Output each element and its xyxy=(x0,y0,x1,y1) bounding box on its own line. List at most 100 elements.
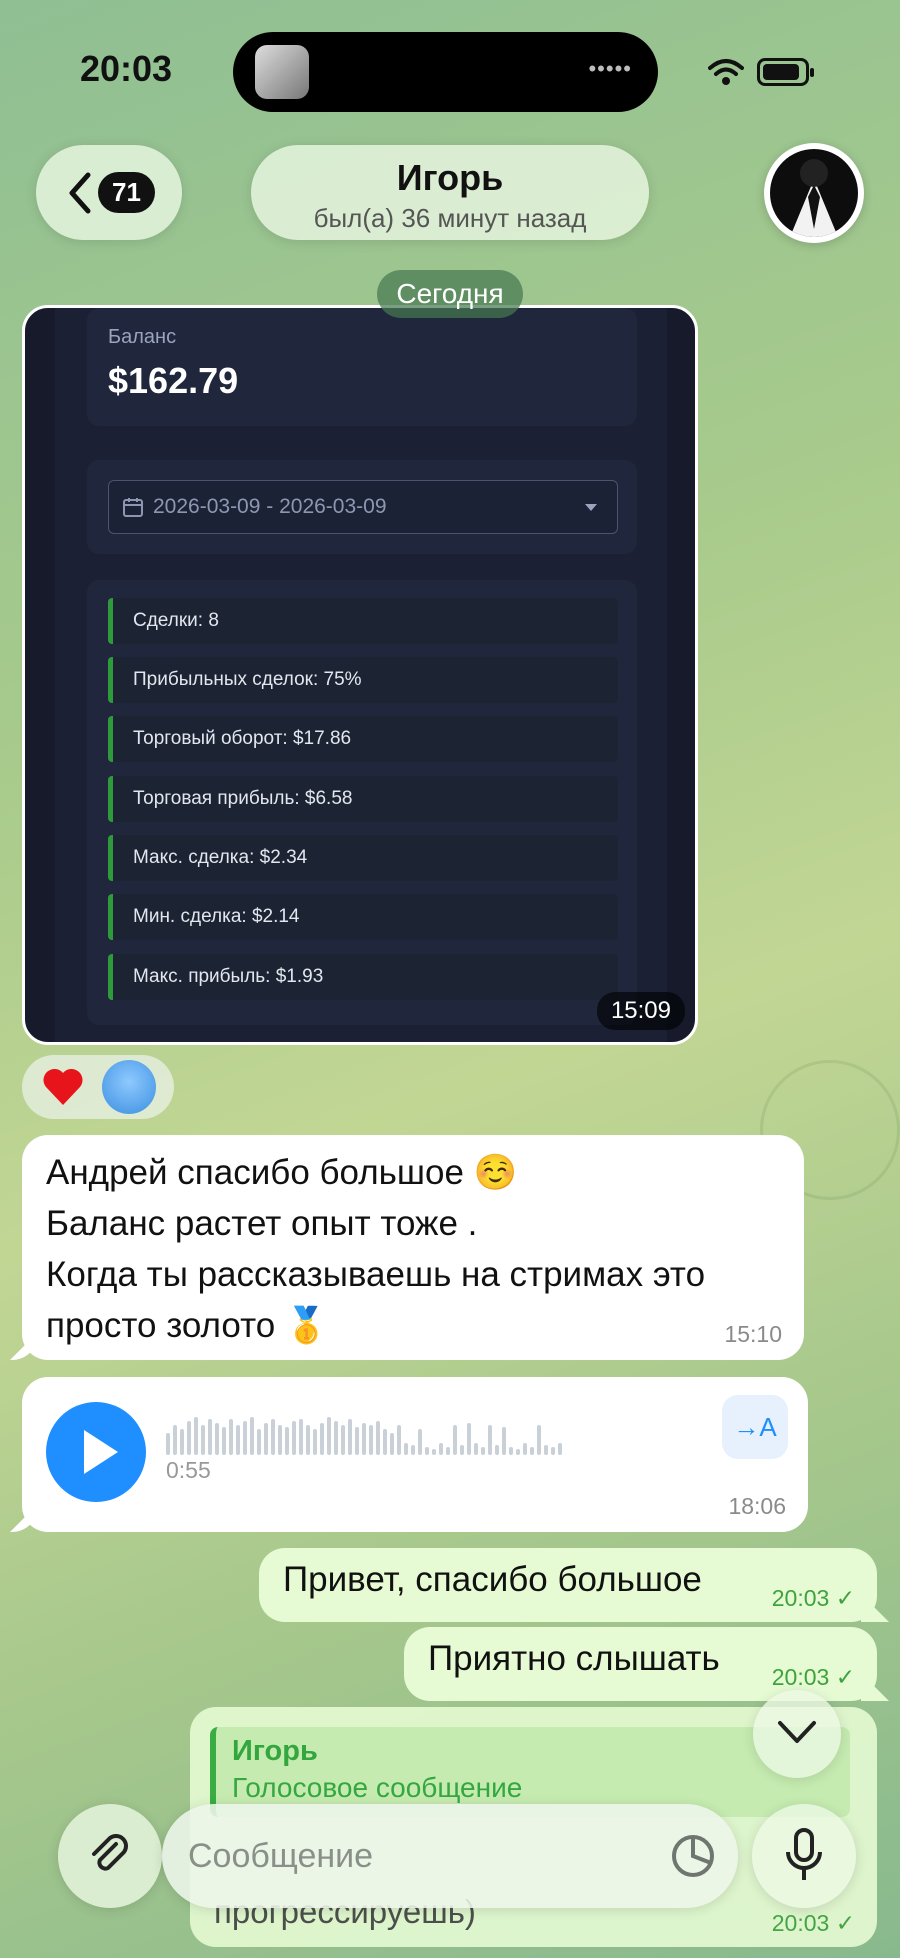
waveform-bar xyxy=(502,1427,506,1455)
waveform-bar xyxy=(222,1427,226,1455)
waveform-bar xyxy=(208,1419,212,1455)
waveform-bar xyxy=(439,1443,443,1455)
waveform-bar xyxy=(446,1447,450,1455)
message-line: Андрей спасибо большое ☺️ xyxy=(46,1153,518,1192)
waveform-bar xyxy=(558,1443,562,1455)
waveform-bar xyxy=(530,1447,534,1455)
contact-avatar[interactable] xyxy=(764,143,864,243)
waveform-bar xyxy=(404,1443,408,1455)
microphone-button[interactable] xyxy=(752,1804,856,1908)
balance-value: $162.79 xyxy=(108,360,239,401)
date-range-select: 2026-03-09 - 2026-03-09 xyxy=(108,480,618,534)
voice-duration: 0:55 xyxy=(166,1457,211,1483)
message-text: Приятно слышать xyxy=(428,1639,720,1678)
message-input[interactable] xyxy=(162,1804,738,1908)
heart-icon xyxy=(43,1068,83,1105)
waveform-bar xyxy=(516,1449,520,1455)
outgoing-message[interactable]: Приятно слышать 20:03 xyxy=(404,1627,877,1701)
waveform-bar xyxy=(278,1425,282,1455)
dynamic-island: ••••• xyxy=(233,32,658,112)
caret-down-icon xyxy=(585,504,597,511)
waveform-bar xyxy=(173,1425,177,1455)
reactor-avatar xyxy=(102,1060,156,1114)
waveform-bar xyxy=(523,1443,527,1455)
waveform-bar xyxy=(166,1433,170,1455)
transcribe-button[interactable]: →A xyxy=(722,1395,788,1459)
waveform-bar xyxy=(187,1421,191,1455)
microphone-icon xyxy=(786,1828,822,1880)
waveform-bar xyxy=(467,1423,471,1455)
waveform-bar xyxy=(306,1425,310,1455)
outgoing-message[interactable]: Привет, спасибо большое 20:03 xyxy=(259,1548,877,1622)
chevron-down-icon xyxy=(778,1721,816,1743)
waveform-bar xyxy=(299,1419,303,1455)
waveform-bar xyxy=(334,1421,338,1455)
stat-row: Макс. сделка: $2.34 xyxy=(108,835,618,881)
message-line: Когда ты рассказываешь на стримах это пр… xyxy=(46,1255,706,1345)
waveform-bar xyxy=(432,1449,436,1455)
waveform-indicator-icon: ••••• xyxy=(588,56,632,81)
stat-row: Мин. сделка: $2.14 xyxy=(108,894,618,940)
battery-icon xyxy=(757,58,814,86)
waveform-bar xyxy=(411,1445,415,1455)
avatar-image xyxy=(770,149,858,237)
stat-row: Прибыльных сделок: 75% xyxy=(108,657,618,703)
date-range-value: 2026-03-09 - 2026-03-09 xyxy=(153,495,387,518)
play-button[interactable] xyxy=(46,1402,146,1502)
wifi-icon xyxy=(708,59,744,85)
chevron-left-icon xyxy=(69,172,91,213)
chat-title: Игорь xyxy=(396,157,504,198)
waveform-bar xyxy=(313,1429,317,1455)
message-time: 15:10 xyxy=(724,1321,782,1347)
waveform-bar xyxy=(460,1445,464,1455)
waveform-bar xyxy=(257,1429,261,1455)
message-text: Андрей спасибо большое ☺️ Баланс растет … xyxy=(46,1147,786,1351)
waveform-bar xyxy=(537,1425,541,1455)
live-activity-thumbnail xyxy=(255,45,309,99)
waveform-bar xyxy=(215,1423,219,1455)
incoming-message[interactable]: Андрей спасибо большое ☺️ Баланс растет … xyxy=(22,1135,804,1360)
message-time: 20:03 xyxy=(772,1585,855,1612)
sticker-icon[interactable] xyxy=(670,1833,716,1879)
waveform-bar xyxy=(509,1447,513,1455)
message-line: Баланс растет опыт тоже . xyxy=(46,1204,478,1243)
waveform-bar xyxy=(292,1421,296,1455)
waveform-bar xyxy=(271,1419,275,1455)
waveform-bar xyxy=(264,1423,268,1455)
back-button[interactable]: 71 xyxy=(36,145,182,240)
waveform-bar xyxy=(194,1417,198,1455)
message-text: Привет, спасибо большое xyxy=(283,1560,702,1599)
suit-figure-icon xyxy=(790,159,838,237)
quoted-sender: Игорь xyxy=(232,1735,318,1767)
attach-button[interactable] xyxy=(58,1804,162,1908)
chat-header[interactable]: Игорь был(а) 36 минут назад xyxy=(251,145,649,240)
waveform-bar xyxy=(425,1447,429,1455)
waveform-bar xyxy=(544,1445,548,1455)
waveform-bar xyxy=(551,1447,555,1455)
waveform-bar xyxy=(341,1425,345,1455)
quoted-message-type: Голосовое сообщение xyxy=(232,1772,523,1803)
waveform-bar xyxy=(474,1443,478,1455)
voice-message[interactable]: 0:55 →A 18:06 xyxy=(22,1377,808,1532)
waveform-bar xyxy=(376,1421,380,1455)
stat-row: Сделки: 8 xyxy=(108,598,618,644)
scroll-down-button[interactable] xyxy=(753,1690,841,1778)
waveform-bar xyxy=(327,1417,331,1455)
waveform-bar xyxy=(362,1423,366,1455)
reactions-bar[interactable] xyxy=(22,1055,174,1119)
calendar-icon xyxy=(123,498,143,517)
waveform-bar xyxy=(229,1419,233,1455)
waveform-bar xyxy=(481,1447,485,1455)
waveform-bar xyxy=(201,1425,205,1455)
date-separator: Сегодня xyxy=(377,270,523,318)
waveform-bar xyxy=(397,1425,401,1455)
screenshot-image-message[interactable]: Баланс $162.79 2026-03-09 - 2026-03-09 С… xyxy=(22,305,698,1045)
waveform-bar xyxy=(236,1425,240,1455)
message-time: 20:03 xyxy=(772,1910,855,1937)
play-icon xyxy=(84,1430,118,1474)
stat-row: Макс. прибыль: $1.93 xyxy=(108,954,618,1000)
voice-waveform[interactable] xyxy=(166,1413,716,1455)
waveform-bar xyxy=(285,1427,289,1455)
waveform-bar xyxy=(495,1445,499,1455)
waveform-bar xyxy=(243,1421,247,1455)
